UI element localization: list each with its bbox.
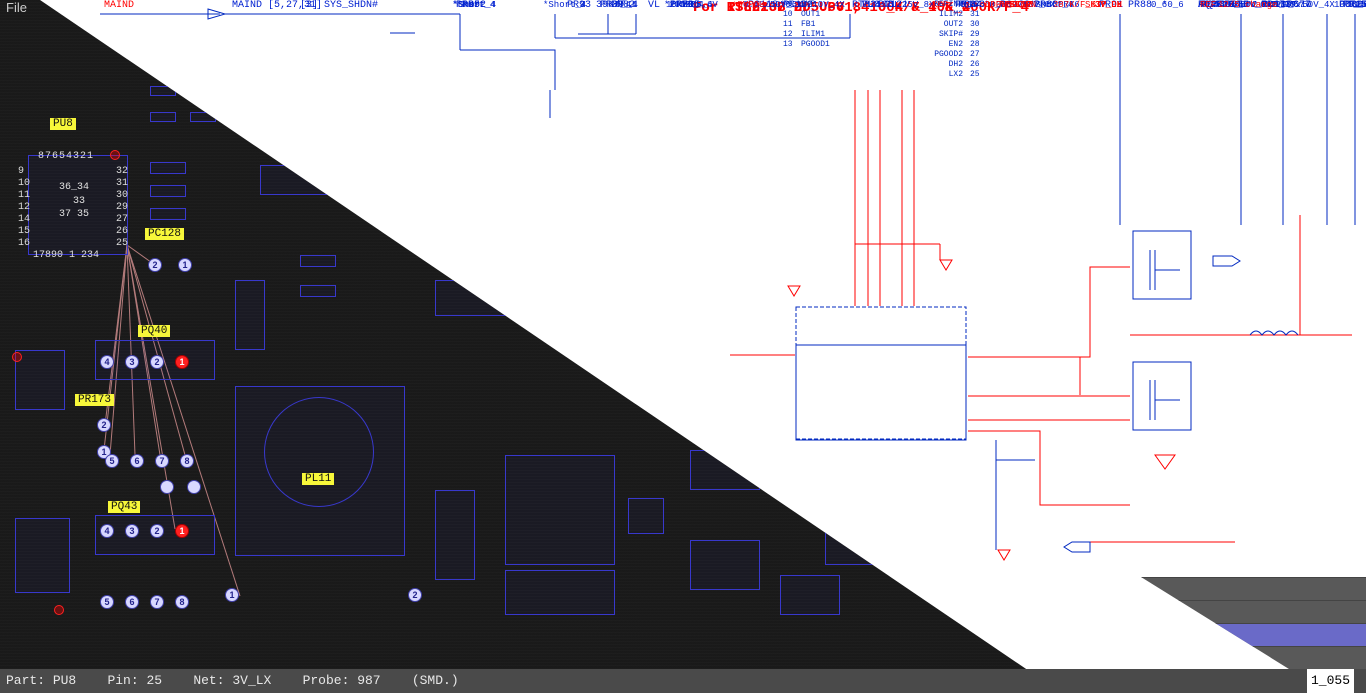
pin1-hot[interactable]: [110, 150, 120, 160]
vl-label: VL: [648, 0, 660, 11]
pr78-val: *200K/F_4: [664, 0, 713, 10]
part-pu8[interactable]: 36_34 33 37 35: [28, 155, 128, 255]
status-bar: Part: PU8 Pin: 25 Net: 3V_LX Probe: 987 …: [0, 669, 1366, 693]
pr92-val: *Short_4: [452, 0, 495, 10]
u8-type: RT8210B: [852, 0, 894, 11]
pc128-pin2[interactable]: 2: [148, 258, 162, 272]
part-pl11[interactable]: [235, 386, 405, 556]
lbl-pq43[interactable]: PQ43: [108, 501, 140, 513]
u8-left-pins: BYPOUT1FB1ILIM1PGOOD1: [801, 0, 830, 50]
5vpcu[interactable]: +5VPCU: [732, 0, 764, 10]
net-maind[interactable]: MAIND: [104, 0, 134, 11]
lbl-pr173[interactable]: PR173: [75, 394, 114, 406]
change-note: 12/5 change: [1218, 0, 1277, 10]
pr82-val: 0_4: [615, 0, 631, 10]
lbl-pc128[interactable]: PC128: [145, 228, 184, 240]
status-right: 1_055: [1307, 669, 1354, 693]
lbl-pu8[interactable]: PU8: [50, 118, 76, 130]
lbl-pl11[interactable]: PL11: [302, 473, 334, 485]
sys-shdn[interactable]: [3] SYS_SHDN#: [300, 0, 378, 11]
pr93-val: *Short_4: [543, 0, 586, 10]
lbl-pq40[interactable]: PQ40: [138, 325, 170, 337]
pr91-val: 0_6: [1151, 0, 1167, 10]
pc128-pin1[interactable]: 1: [178, 258, 192, 272]
pr88[interactable]: PR88: [1128, 0, 1152, 11]
